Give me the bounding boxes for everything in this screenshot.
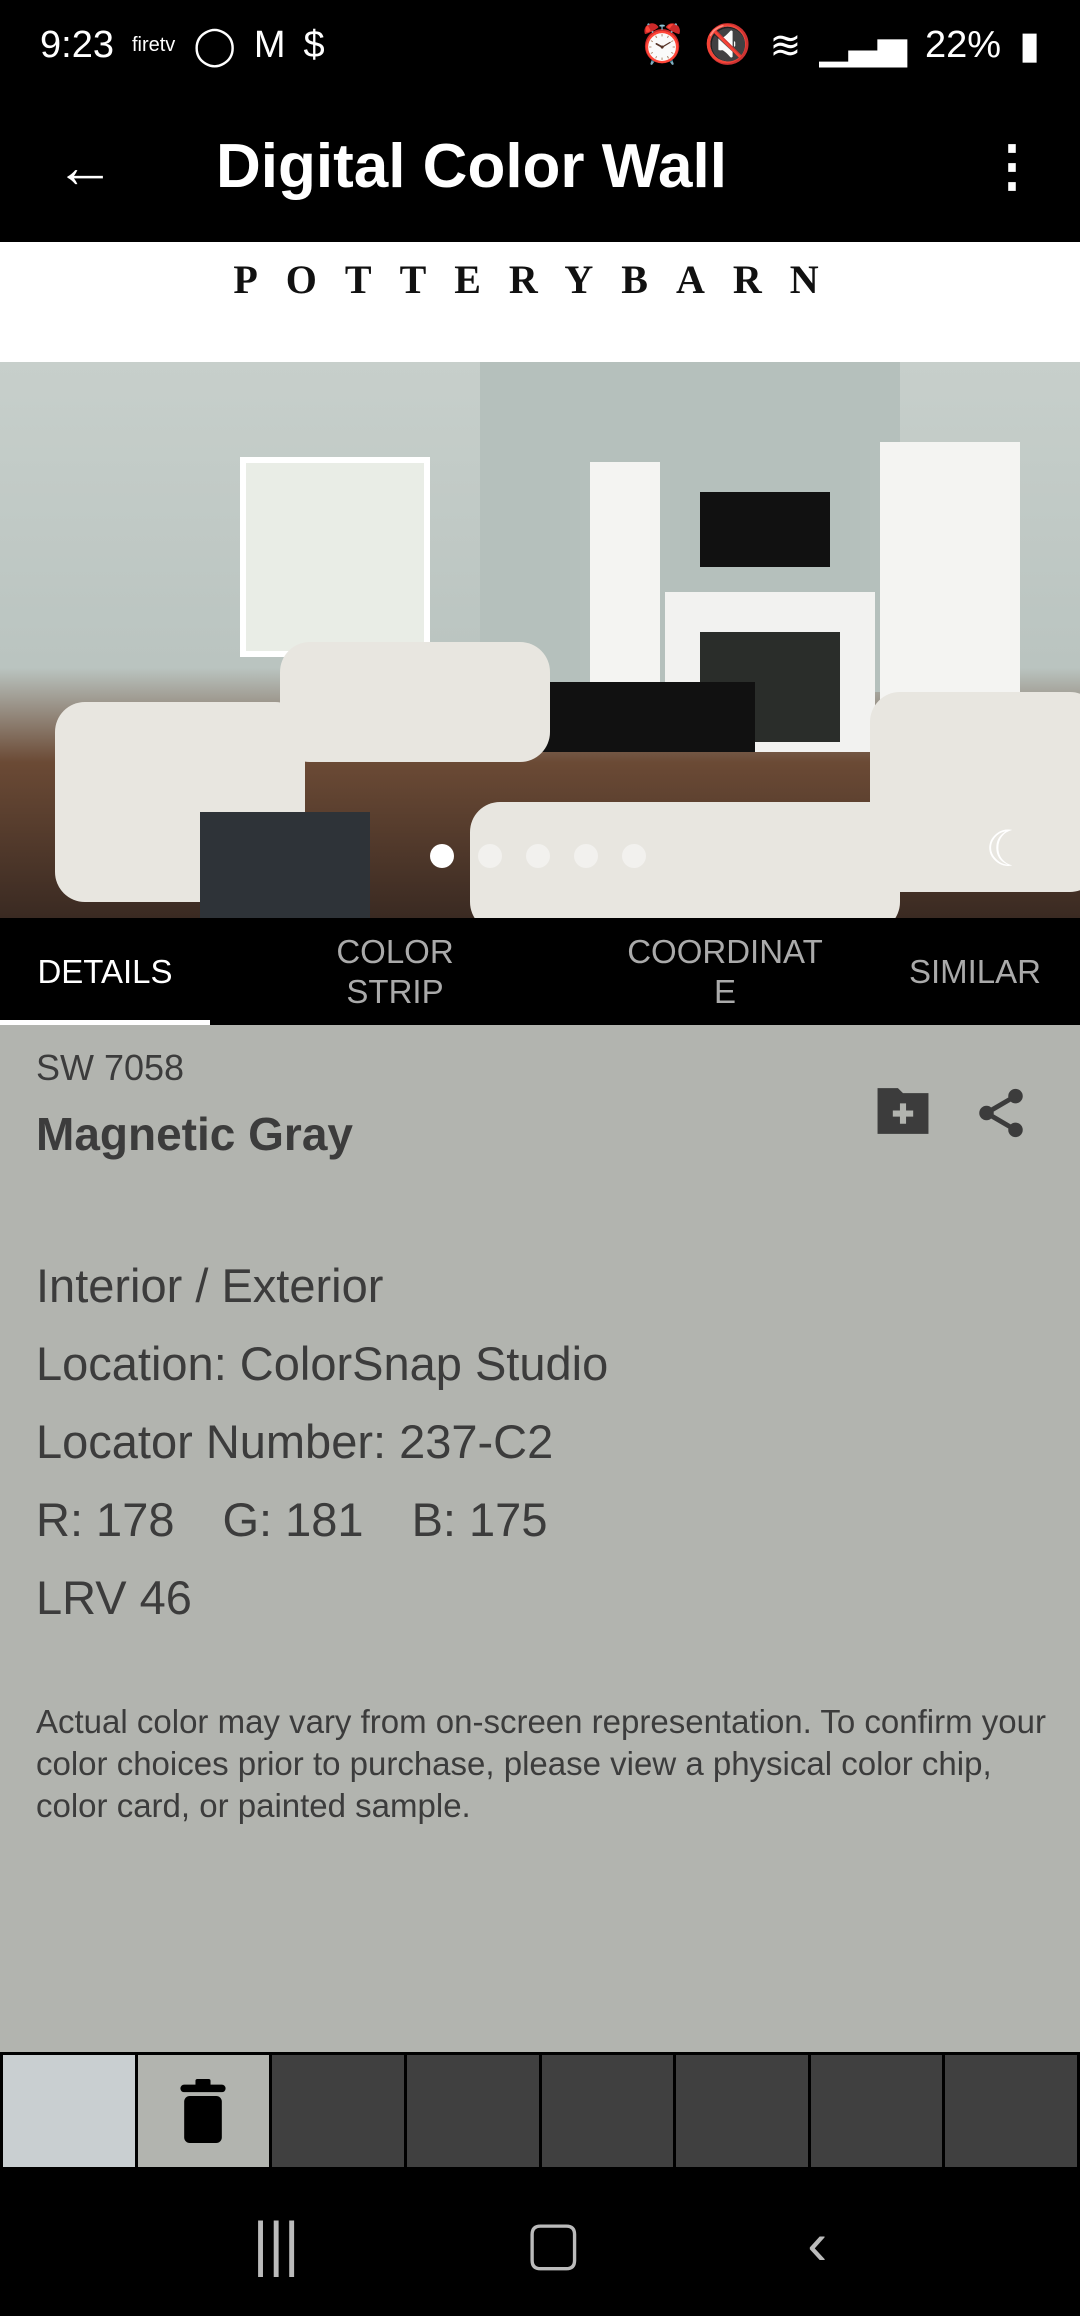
tab-color-strip[interactable]: COLOR STRIP (210, 918, 580, 1025)
color-code: SW 7058 (36, 1047, 185, 1088)
system-nav-bar: ||| ▢ ‹ (0, 2170, 1080, 2316)
system-back-icon[interactable]: ‹ (807, 2209, 827, 2278)
carousel-indicator[interactable] (430, 844, 646, 868)
color-details-panel: SW 7058 Magnetic Gray Interior / Exterio… (0, 1025, 1080, 2052)
firetv-icon: firetv (131, 33, 176, 56)
gmail-icon: M (253, 23, 286, 66)
color-tray (0, 2052, 1080, 2170)
status-bar: 9:23 firetv ◯ M $ ⏰ 🔇 ≋ ▁▃▅ 22% ▮ (0, 0, 1080, 90)
chat-icon: ◯ (193, 24, 236, 67)
empty-swatch-slot[interactable] (272, 2055, 404, 2167)
back-arrow-icon[interactable]: ← (55, 132, 115, 201)
tab-coordinate[interactable]: COORDINATE (580, 918, 870, 1025)
carousel-dot[interactable] (574, 844, 598, 868)
tab-label: COLOR STRIP (336, 932, 454, 1010)
lrv: LRV 46 (36, 1571, 192, 1624)
home-icon[interactable]: ▢ (525, 2208, 582, 2278)
add-to-folder-icon[interactable] (872, 1083, 934, 1139)
blue-value: B: 175 (411, 1493, 548, 1546)
dollar-icon: $ (303, 23, 325, 66)
tab-bar: DETAILS COLOR STRIP COORDINATE SIMILAR (0, 918, 1080, 1025)
rgb-values: R: 178 G: 181 B: 175 (36, 1481, 608, 1559)
battery-level: 22% (925, 23, 1002, 66)
carousel-dot[interactable] (478, 844, 502, 868)
wifi-icon: ≋ (769, 24, 802, 67)
empty-swatch-slot[interactable] (541, 2055, 674, 2167)
current-swatch[interactable] (3, 2055, 135, 2167)
tab-similar[interactable]: SIMILAR (870, 918, 1080, 1025)
empty-swatch-slot[interactable] (406, 2055, 539, 2167)
app-bar: ← Digital Color Wall ⋮ (0, 90, 1080, 242)
signal-icon: ▁▃▅ (819, 24, 908, 67)
share-icon[interactable] (972, 1083, 1030, 1143)
delete-button[interactable] (137, 2055, 270, 2167)
empty-swatch-slot[interactable] (945, 2055, 1077, 2167)
carousel-dot[interactable] (526, 844, 550, 868)
location: Location: ColorSnap Studio (36, 1337, 609, 1390)
more-options-icon[interactable]: ⋮ (984, 133, 1040, 199)
page-title: Digital Color Wall (216, 131, 727, 201)
carousel-dot[interactable] (430, 844, 454, 868)
empty-swatch-slot[interactable] (676, 2055, 808, 2167)
trash-icon (180, 2079, 227, 2143)
recent-apps-icon[interactable]: ||| (253, 2209, 300, 2278)
disclaimer: Actual color may vary from on-screen rep… (36, 1703, 1046, 1824)
brand-logo: POTTERYBARN (0, 242, 1080, 362)
color-name: Magnetic Gray (36, 1108, 353, 1160)
carousel-dot[interactable] (622, 844, 646, 868)
night-mode-icon[interactable]: ☾ (985, 820, 1030, 878)
usage: Interior / Exterior (36, 1259, 384, 1312)
battery-icon: ▮ (1019, 24, 1040, 67)
locator-number: Locator Number: 237-C2 (36, 1415, 554, 1468)
green-value: G: 181 (222, 1493, 364, 1546)
clock: 9:23 (40, 23, 114, 66)
tab-label: COORDINATE (627, 932, 823, 1010)
empty-swatch-slot[interactable] (810, 2055, 943, 2167)
alarm-icon: ⏰ (638, 24, 687, 66)
mute-icon: 🔇 (704, 24, 752, 66)
room-visualization-carousel[interactable]: ☾ (0, 362, 1080, 918)
tab-details[interactable]: DETAILS (0, 918, 210, 1025)
red-value: R: 178 (36, 1493, 175, 1546)
